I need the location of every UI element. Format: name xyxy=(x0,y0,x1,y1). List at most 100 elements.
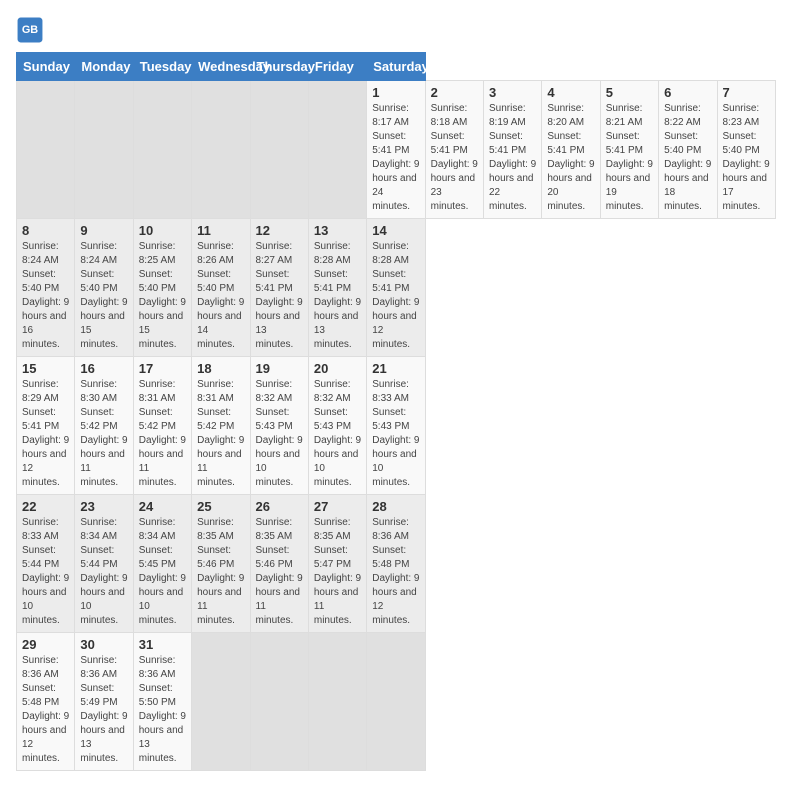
day-number: 20 xyxy=(314,361,361,376)
table-row: 9Sunrise: 8:24 AMSunset: 5:40 PMDaylight… xyxy=(75,219,133,357)
calendar-row: 15 Sunrise: 8:29 AMSunset: 5:41 PMDayligh… xyxy=(17,357,776,495)
day-info: Sunrise: 8:20 AMSunset: 5:41 PMDaylight:… xyxy=(547,103,594,212)
day-number: 2 xyxy=(431,85,478,100)
col-sunday: Sunday xyxy=(17,53,75,81)
col-monday: Monday xyxy=(75,53,133,81)
day-number: 10 xyxy=(139,223,186,238)
day-info: Sunrise: 8:30 AMSunset: 5:42 PMDaylight:… xyxy=(80,379,127,488)
day-number: 15 xyxy=(22,361,69,376)
day-number: 13 xyxy=(314,223,361,238)
day-info: Sunrise: 8:31 AMSunset: 5:42 PMDaylight:… xyxy=(197,379,244,488)
col-friday: Friday xyxy=(308,53,366,81)
day-info: Sunrise: 8:17 AMSunset: 5:41 PMDaylight:… xyxy=(372,103,419,212)
table-row: 7 Sunrise: 8:23 AMSunset: 5:40 PMDaylight… xyxy=(717,81,776,219)
table-row xyxy=(192,633,250,771)
day-info: Sunrise: 8:32 AMSunset: 5:43 PMDaylight:… xyxy=(314,379,361,488)
day-info: Sunrise: 8:33 AMSunset: 5:43 PMDaylight:… xyxy=(372,379,419,488)
table-row xyxy=(250,633,308,771)
day-number: 7 xyxy=(723,85,771,100)
table-row: 15 Sunrise: 8:29 AMSunset: 5:41 PMDayligh… xyxy=(17,357,75,495)
day-info: Sunrise: 8:34 AMSunset: 5:45 PMDaylight:… xyxy=(139,517,186,626)
day-number: 18 xyxy=(197,361,244,376)
table-row: 2Sunrise: 8:18 AMSunset: 5:41 PMDaylight… xyxy=(425,81,483,219)
day-info: Sunrise: 8:25 AMSunset: 5:40 PMDaylight:… xyxy=(139,241,186,350)
svg-text:GB: GB xyxy=(22,24,38,36)
table-row: 19Sunrise: 8:32 AMSunset: 5:43 PMDayligh… xyxy=(250,357,308,495)
day-number: 31 xyxy=(139,637,186,652)
col-tuesday: Tuesday xyxy=(133,53,191,81)
day-number: 25 xyxy=(197,499,244,514)
calendar-row: 29Sunrise: 8:36 AMSunset: 5:48 PMDayligh… xyxy=(17,633,776,771)
table-row: 17Sunrise: 8:31 AMSunset: 5:42 PMDayligh… xyxy=(133,357,191,495)
day-number: 8 xyxy=(22,223,69,238)
calendar-row: 8 Sunrise: 8:24 AMSunset: 5:40 PMDaylight… xyxy=(17,219,776,357)
col-thursday: Thursday xyxy=(250,53,308,81)
table-row: 20 Sunrise: 8:32 AMSunset: 5:43 PMDayligh… xyxy=(308,357,366,495)
table-row: 31 Sunrise: 8:36 AMSunset: 5:50 PMDayligh… xyxy=(133,633,191,771)
table-row: 29Sunrise: 8:36 AMSunset: 5:48 PMDayligh… xyxy=(17,633,75,771)
day-number: 11 xyxy=(197,223,244,238)
table-row: 13 Sunrise: 8:28 AMSunset: 5:41 PMDayligh… xyxy=(308,219,366,357)
table-row xyxy=(367,633,425,771)
day-info: Sunrise: 8:35 AMSunset: 5:46 PMDaylight:… xyxy=(197,517,244,626)
day-info: Sunrise: 8:21 AMSunset: 5:41 PMDaylight:… xyxy=(606,103,653,212)
table-row: 18 Sunrise: 8:31 AMSunset: 5:42 PMDayligh… xyxy=(192,357,250,495)
table-row xyxy=(308,633,366,771)
day-number: 19 xyxy=(256,361,303,376)
day-number: 17 xyxy=(139,361,186,376)
day-number: 21 xyxy=(372,361,419,376)
day-info: Sunrise: 8:27 AMSunset: 5:41 PMDaylight:… xyxy=(256,241,303,350)
table-row: 3 Sunrise: 8:19 AMSunset: 5:41 PMDaylight… xyxy=(484,81,542,219)
day-info: Sunrise: 8:19 AMSunset: 5:41 PMDaylight:… xyxy=(489,103,536,212)
day-info: Sunrise: 8:34 AMSunset: 5:44 PMDaylight:… xyxy=(80,517,127,626)
day-number: 23 xyxy=(80,499,127,514)
col-saturday: Saturday xyxy=(367,53,425,81)
table-row xyxy=(308,81,366,219)
day-number: 24 xyxy=(139,499,186,514)
logo: GB xyxy=(16,16,48,44)
table-row: 5Sunrise: 8:21 AMSunset: 5:41 PMDaylight… xyxy=(600,81,658,219)
table-row: 14 Sunrise: 8:28 AMSunset: 5:41 PMDayligh… xyxy=(367,219,425,357)
day-number: 12 xyxy=(256,223,303,238)
day-number: 16 xyxy=(80,361,127,376)
logo-icon: GB xyxy=(16,16,44,44)
day-info: Sunrise: 8:24 AMSunset: 5:40 PMDaylight:… xyxy=(22,241,69,350)
table-row: 11 Sunrise: 8:26 AMSunset: 5:40 PMDayligh… xyxy=(192,219,250,357)
day-info: Sunrise: 8:36 AMSunset: 5:50 PMDaylight:… xyxy=(139,655,186,764)
calendar-table: Sunday Monday Tuesday Wednesday Thursday… xyxy=(16,52,776,771)
day-info: Sunrise: 8:28 AMSunset: 5:41 PMDaylight:… xyxy=(314,241,361,350)
table-row: 30Sunrise: 8:36 AMSunset: 5:49 PMDayligh… xyxy=(75,633,133,771)
day-number: 22 xyxy=(22,499,69,514)
table-row: 12 Sunrise: 8:27 AMSunset: 5:41 PMDayligh… xyxy=(250,219,308,357)
day-info: Sunrise: 8:23 AMSunset: 5:40 PMDaylight:… xyxy=(723,103,770,212)
table-row: 16 Sunrise: 8:30 AMSunset: 5:42 PMDayligh… xyxy=(75,357,133,495)
day-number: 28 xyxy=(372,499,419,514)
day-info: Sunrise: 8:24 AMSunset: 5:40 PMDaylight:… xyxy=(80,241,127,350)
table-row: 4Sunrise: 8:20 AMSunset: 5:41 PMDaylight… xyxy=(542,81,600,219)
day-info: Sunrise: 8:36 AMSunset: 5:49 PMDaylight:… xyxy=(80,655,127,764)
table-row xyxy=(133,81,191,219)
table-row xyxy=(250,81,308,219)
table-row: 21 Sunrise: 8:33 AMSunset: 5:43 PMDayligh… xyxy=(367,357,425,495)
day-number: 26 xyxy=(256,499,303,514)
table-row: 8 Sunrise: 8:24 AMSunset: 5:40 PMDaylight… xyxy=(17,219,75,357)
day-info: Sunrise: 8:22 AMSunset: 5:40 PMDaylight:… xyxy=(664,103,711,212)
table-row xyxy=(75,81,133,219)
col-wednesday: Wednesday xyxy=(192,53,250,81)
day-info: Sunrise: 8:36 AMSunset: 5:48 PMDaylight:… xyxy=(22,655,69,764)
day-number: 3 xyxy=(489,85,536,100)
day-number: 6 xyxy=(664,85,711,100)
day-info: Sunrise: 8:26 AMSunset: 5:40 PMDaylight:… xyxy=(197,241,244,350)
header: GB xyxy=(16,16,776,44)
day-info: Sunrise: 8:28 AMSunset: 5:41 PMDaylight:… xyxy=(372,241,419,350)
table-row xyxy=(17,81,75,219)
calendar-row: 1Sunrise: 8:17 AMSunset: 5:41 PMDaylight… xyxy=(17,81,776,219)
day-info: Sunrise: 8:29 AMSunset: 5:41 PMDaylight:… xyxy=(22,379,69,488)
day-info: Sunrise: 8:35 AMSunset: 5:47 PMDaylight:… xyxy=(314,517,361,626)
day-info: Sunrise: 8:33 AMSunset: 5:44 PMDaylight:… xyxy=(22,517,69,626)
table-row: 6 Sunrise: 8:22 AMSunset: 5:40 PMDaylight… xyxy=(659,81,717,219)
table-row: 10 Sunrise: 8:25 AMSunset: 5:40 PMDayligh… xyxy=(133,219,191,357)
day-number: 14 xyxy=(372,223,419,238)
day-number: 27 xyxy=(314,499,361,514)
table-row: 1Sunrise: 8:17 AMSunset: 5:41 PMDaylight… xyxy=(367,81,425,219)
